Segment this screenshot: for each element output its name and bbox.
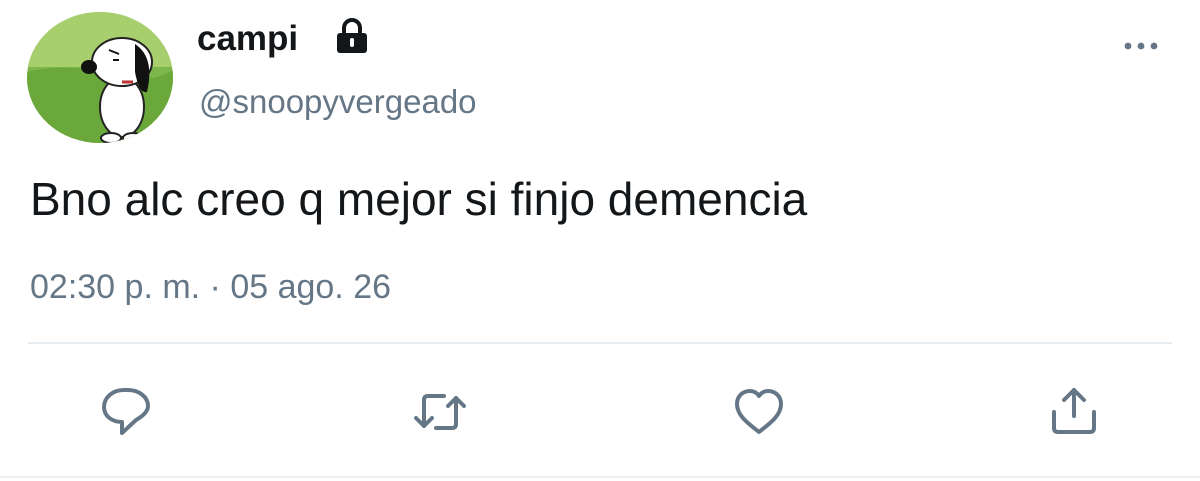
like-button[interactable] bbox=[729, 382, 789, 442]
reply-button[interactable] bbox=[96, 382, 156, 442]
bottom-divider bbox=[0, 476, 1200, 478]
lock-icon bbox=[333, 17, 371, 57]
share-icon bbox=[1052, 388, 1096, 434]
retweet-button[interactable] bbox=[410, 382, 470, 442]
tweet-timestamp[interactable]: 02:30 p. m. · 05 ago. 26 bbox=[30, 264, 391, 310]
tweet-text: Bno alc creo q mejor si finjo demencia bbox=[30, 173, 808, 225]
snoopy-avatar bbox=[27, 12, 173, 143]
user-handle[interactable]: @snoopyvergeado bbox=[199, 80, 477, 124]
share-button[interactable] bbox=[1044, 382, 1104, 442]
heart-icon bbox=[735, 389, 783, 434]
comment-icon bbox=[102, 388, 150, 435]
retweet-icon bbox=[414, 394, 466, 430]
divider bbox=[28, 342, 1172, 344]
display-name[interactable]: campi bbox=[197, 16, 298, 62]
more-dots-icon[interactable] bbox=[1122, 36, 1162, 56]
avatar[interactable] bbox=[27, 12, 173, 143]
